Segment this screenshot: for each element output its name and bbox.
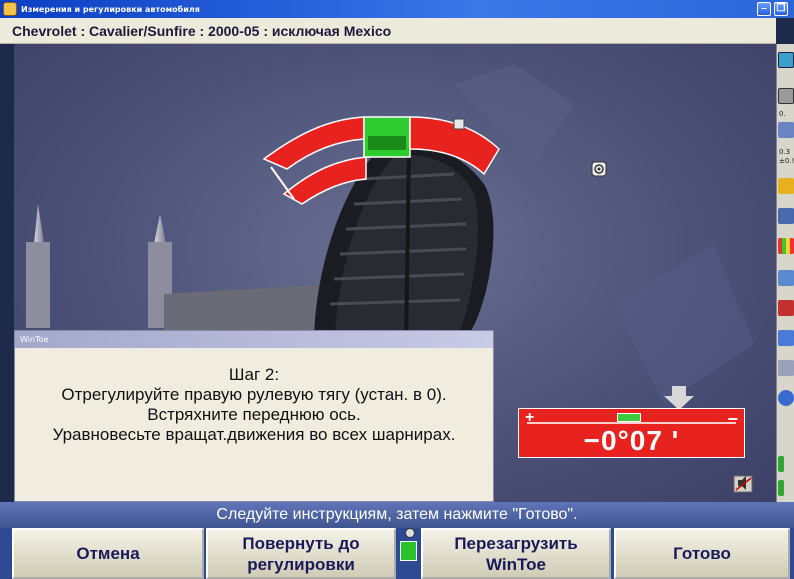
tools-icon[interactable] [778, 178, 794, 194]
toe-readout: + − −0°07 ' [518, 408, 745, 458]
scale-line [527, 422, 736, 424]
measurement-icon[interactable] [778, 122, 794, 138]
vehicle-info: Chevrolet : Cavalier/Sunfire : 2000-05 :… [12, 23, 392, 39]
globe-icon[interactable] [778, 390, 794, 406]
wrench-icon[interactable] [778, 208, 794, 224]
window-title: Измерения и регулировки автомобиля [21, 4, 200, 14]
computer-icon[interactable] [778, 330, 794, 346]
mute-icon[interactable] [733, 475, 753, 493]
target-notch [617, 413, 641, 422]
restore-button[interactable]: ❐ [774, 2, 788, 16]
marker-icon [453, 118, 465, 130]
step-label: Шаг 2: [228, 365, 280, 384]
wintoe-dialog: WinToe Шаг 2: Отрегулируйте правую рулев… [14, 330, 494, 502]
right-toolbar: 0. 0.3 ±0.! [776, 44, 794, 502]
done-button[interactable]: Готово [614, 528, 790, 579]
sidebar-value-1: 0. [779, 110, 786, 118]
gauge-icon-2 [778, 480, 784, 496]
vehicle-icon[interactable] [778, 270, 794, 286]
dialog-body: Шаг 2: Отрегулируйте правую рулевую тягу… [15, 348, 493, 445]
app-icon [3, 2, 17, 16]
status-led [400, 541, 417, 561]
reload-wintoe-button[interactable]: Перезагрузить WinToe [421, 528, 611, 579]
button-bar: Отмена Повернуть до регулировки Перезагр… [0, 528, 794, 579]
instruction-line: Встряхните переднюю ось. [147, 405, 361, 424]
sidebar-value-2: 0.3 [779, 148, 791, 156]
lift-post [34, 204, 44, 244]
background-shape [614, 244, 754, 404]
dialog-title: WinToe [15, 331, 493, 348]
lift-post [26, 242, 50, 328]
rotate-to-adjust-button[interactable]: Повернуть до регулировки [206, 528, 396, 579]
instruction-text: Следуйте инструкциям, затем нажмите "Гот… [216, 506, 578, 523]
monitor-icon[interactable] [778, 88, 794, 104]
magnifier-icon[interactable] [405, 528, 415, 538]
vehicle-header: Chevrolet : Cavalier/Sunfire : 2000-05 :… [0, 18, 776, 44]
target-icon[interactable] [591, 161, 607, 177]
instruction-line: Уравновесьте вращат.движения во всех шар… [52, 425, 456, 444]
car-red-icon[interactable] [778, 300, 794, 316]
color-bars-icon[interactable] [778, 238, 794, 254]
sidebar-value-3: ±0.! [779, 157, 794, 165]
instruction-bar: Следуйте инструкциям, затем нажмите "Гот… [0, 502, 794, 528]
cancel-button[interactable]: Отмена [12, 528, 204, 579]
title-bar: Измерения и регулировки автомобиля – ❐ [0, 0, 794, 18]
instruction-line: Отрегулируйте правую рулевую тягу (устан… [61, 385, 447, 404]
lift-post [154, 214, 166, 244]
toe-value: −0°07 ' [583, 425, 680, 456]
scale-icon[interactable] [778, 360, 794, 376]
gauge-icon [778, 456, 784, 472]
minimize-button[interactable]: – [757, 2, 771, 16]
help-icon[interactable] [778, 52, 794, 68]
